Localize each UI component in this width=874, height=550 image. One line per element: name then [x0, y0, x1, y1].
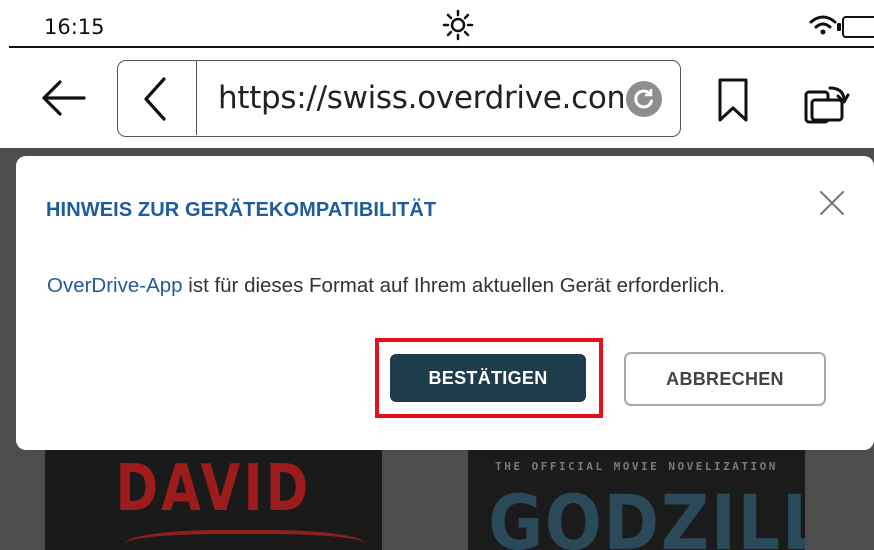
book-cover-1-title: DAVID [115, 452, 312, 526]
back-arrow-icon[interactable] [40, 78, 86, 118]
status-time: 16:15 [44, 15, 105, 39]
book-cover-2[interactable]: THE OFFICIAL MOVIE NOVELIZATION GODZILLA [468, 440, 805, 550]
reload-icon [634, 89, 653, 109]
cancel-button[interactable]: ABBRECHEN [624, 352, 826, 406]
bookmark-icon[interactable] [716, 78, 750, 122]
wifi-icon [809, 15, 837, 35]
overdrive-app-link[interactable]: OverDrive-App [47, 274, 183, 297]
rotate-screen-icon[interactable] [800, 82, 852, 126]
url-back-button[interactable] [118, 61, 197, 135]
dialog-message: OverDrive-App ist für dieses Format auf … [47, 274, 725, 298]
book-cover-2-title: GODZILLA [488, 478, 805, 550]
close-icon[interactable] [818, 189, 846, 217]
url-bar[interactable]: https://swiss.overdrive.com/se [117, 60, 681, 137]
compatibility-dialog: HINWEIS ZUR GERÄTEKOMPATIBILITÄT OverDri… [16, 156, 874, 450]
battery-icon [837, 16, 874, 38]
url-text[interactable]: https://swiss.overdrive.com/se [218, 80, 623, 120]
dialog-message-text: ist für dieses Format auf Ihrem aktuelle… [182, 274, 725, 297]
confirm-button[interactable]: BESTÄTIGEN [390, 354, 586, 402]
status-bar: 16:15 [0, 0, 874, 46]
book-cover-2-tagline: THE OFFICIAL MOVIE NOVELIZATION [495, 460, 778, 473]
dialog-title: HINWEIS ZUR GERÄTEKOMPATIBILITÄT [46, 199, 437, 221]
reload-button[interactable] [626, 81, 662, 117]
brightness-icon[interactable] [442, 9, 474, 41]
book-cover-1-decoration [125, 530, 365, 550]
book-cover-1[interactable]: DAVID [45, 440, 382, 550]
chevron-left-icon [144, 77, 166, 121]
